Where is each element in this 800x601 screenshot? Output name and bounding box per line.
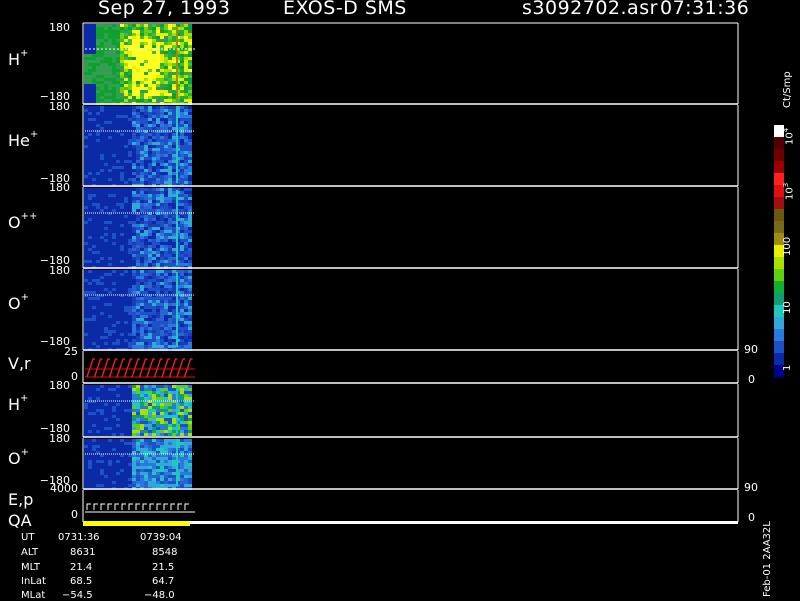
- colorbar-swatch: [774, 353, 784, 366]
- panel-ep: [82, 490, 739, 523]
- panel-o-plus: [82, 269, 739, 351]
- h-plus-2-top-tick: 180: [49, 379, 70, 392]
- footer-start-alt: 8631: [70, 547, 96, 558]
- qa-bar: [83, 521, 190, 526]
- h-plus-top-tick: 180: [49, 21, 70, 34]
- colorbar-swatch: [774, 269, 784, 282]
- footer-end-mlat: −48.0: [144, 590, 175, 601]
- panel-o-plus-2: [82, 438, 739, 490]
- colorbar-swatch: [774, 149, 784, 162]
- panel-o-pp: [82, 187, 739, 269]
- panel-label-he-plus: He+: [8, 129, 39, 150]
- footer-end-ut: 0739:04: [140, 532, 182, 543]
- colorbar-unit: Ct/Smp: [782, 71, 793, 108]
- he-plus-top-tick: 180: [49, 100, 70, 113]
- panel-h-plus-2: [82, 384, 739, 438]
- colorbar-swatch: [774, 209, 784, 222]
- spectrogram-panels: [82, 22, 784, 526]
- panel-label-o-plus-2: O+: [8, 447, 29, 468]
- footer-label-mlat: MLat: [21, 590, 46, 601]
- footer-end-mlt: 21.5: [152, 562, 175, 573]
- o-plus-2-top-tick: 180: [49, 432, 70, 445]
- panel-label-o-plus: O+: [8, 292, 29, 313]
- colorbar-swatch: [774, 341, 784, 354]
- colorbar-label-100: 100: [782, 236, 793, 256]
- panel-label-ep: E,p: [8, 490, 34, 509]
- colorbar-swatch: [774, 221, 784, 234]
- vr-top-tick: 25: [64, 345, 78, 358]
- colorbar-label-1: 1: [782, 364, 793, 371]
- o-plus-top-tick: 180: [49, 264, 70, 277]
- footer-end-inlat: 64.7: [152, 576, 175, 587]
- colorbar-swatch: [774, 161, 784, 174]
- colorbar-swatch: [774, 317, 784, 330]
- panel-h-plus: [82, 23, 739, 105]
- panel-vr: [82, 351, 739, 384]
- panel-label-vr: V,r: [8, 354, 31, 373]
- footer-start-ut: 0731:36: [58, 532, 100, 543]
- footer-label-mlt: MLT: [21, 562, 40, 573]
- ep-right-bottom-tick: 0: [748, 511, 755, 524]
- footer-label-ut: UT: [21, 532, 35, 543]
- footer-end-alt: 8548: [152, 547, 178, 558]
- vr-right-top-tick: 90: [744, 343, 758, 356]
- panel-label-qa: QA: [8, 511, 32, 530]
- ep-bottom-tick: 0: [71, 508, 78, 521]
- footer-start-mlt: 21.4: [70, 562, 93, 573]
- panel-he-plus: [82, 105, 739, 187]
- footer-start-mlat: −54.5: [62, 590, 93, 601]
- colorbar-label-1000: 103: [782, 182, 796, 200]
- panel-label-h-plus: H+: [8, 48, 29, 69]
- panel-label-o-plus-plus: O++: [8, 211, 38, 232]
- footer-stamp: Feb-01 2AA32L: [762, 521, 773, 597]
- sms-plot: Sep 27, 1993 EXOS-D SMS s3092702.asr 07:…: [0, 0, 800, 601]
- panel-label-h-plus-2: H+: [8, 393, 29, 414]
- o-pp-top-tick: 180: [49, 181, 70, 194]
- colorbar-swatch: [774, 329, 784, 342]
- colorbar-swatch: [774, 281, 784, 294]
- footer-label-alt: ALT: [21, 547, 39, 558]
- colorbar-label-10: 10: [782, 301, 793, 314]
- vr-right-bottom-tick: 0: [748, 373, 755, 386]
- ep-right-top-tick: 90: [744, 481, 758, 494]
- footer-label-inlat: InLat: [21, 576, 46, 587]
- ep-top-tick: 4000: [50, 482, 78, 495]
- colorbar-swatch: [774, 257, 784, 270]
- colorbar-label-10000: 104: [782, 127, 796, 145]
- footer-start-inlat: 68.5: [70, 576, 93, 587]
